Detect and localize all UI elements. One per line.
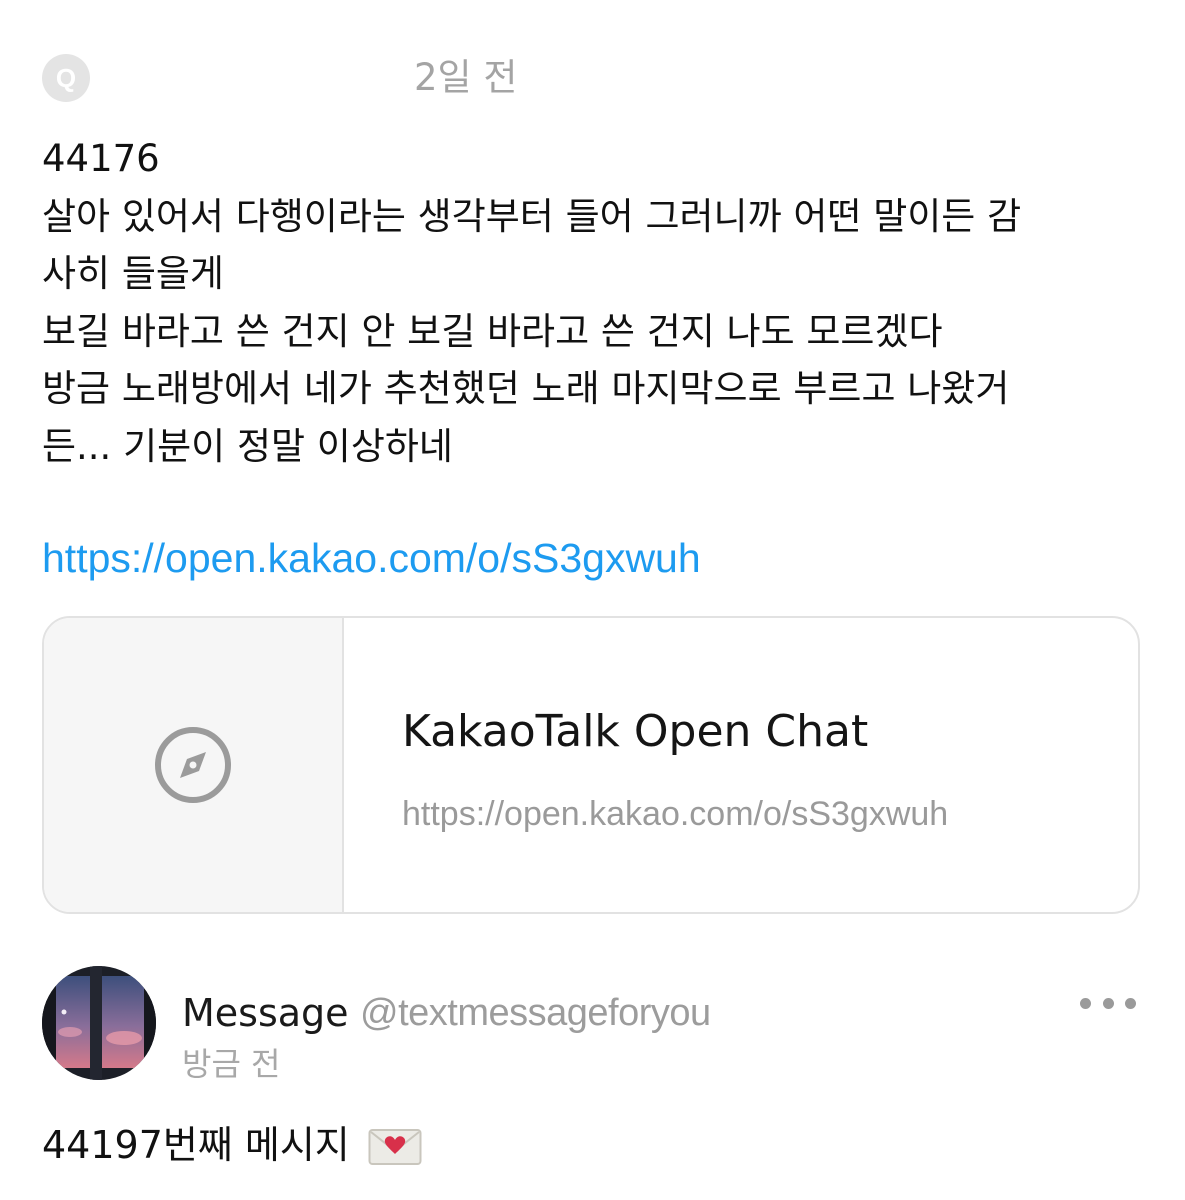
more-options-button[interactable] (1080, 986, 1136, 1020)
link-preview-card[interactable]: KakaoTalk Open Chat https://open.kakao.c… (42, 616, 1140, 914)
link-preview-title: KakaoTalk Open Chat (402, 706, 869, 757)
post-text-line: 방금 노래방에서 네가 추천했던 노래 마지막으로 부르고 나왔거 (42, 367, 1010, 410)
display-name[interactable]: Message (182, 988, 349, 1038)
post-timestamp: 2일 전 (414, 56, 518, 99)
post-text: 44176 살아 있어서 다행이라는 생각부터 들어 그러니까 어떤 말이든 감… (42, 130, 1147, 475)
more-horizontal-icon (1125, 997, 1136, 1009)
post-link[interactable]: https://open.kakao.com/o/sS3gxwuh (42, 530, 701, 586)
compass-icon (155, 727, 231, 803)
post-text-line: 사히 들을게 (42, 252, 224, 295)
more-horizontal-icon (1080, 997, 1091, 1009)
post-text-line: 살아 있어서 다행이라는 생각부터 들어 그러니까 어떤 말이든 감 (42, 194, 1022, 238)
avatar-letter: Q (55, 62, 77, 93)
user-avatar[interactable] (42, 966, 156, 1080)
post-text-line: 보길 바라고 쓴 건지 안 보길 바라고 쓴 건지 나도 모르겠다 (42, 309, 943, 353)
more-horizontal-icon (1102, 997, 1114, 1009)
post-text-line: 44176 (42, 137, 160, 180)
avatar[interactable]: Q (42, 54, 90, 102)
post-timestamp: 방금 전 (182, 1045, 281, 1083)
message-text: 44197번째 메시지 (42, 1123, 350, 1167)
post-text-line: 든... 기분이 정말 이상하네 (42, 424, 453, 468)
love-letter-icon (368, 1129, 422, 1165)
post-header: Q 2일 전 (42, 50, 602, 106)
link-preview-url: https://open.kakao.com/o/sS3gxwuh (402, 795, 949, 833)
avatar-image (42, 966, 156, 1080)
message-text-row: 44197번째 메시지 (42, 1115, 422, 1175)
user-handle[interactable]: @textmessageforyou (360, 988, 711, 1038)
link-preview-thumbnail (44, 618, 344, 912)
